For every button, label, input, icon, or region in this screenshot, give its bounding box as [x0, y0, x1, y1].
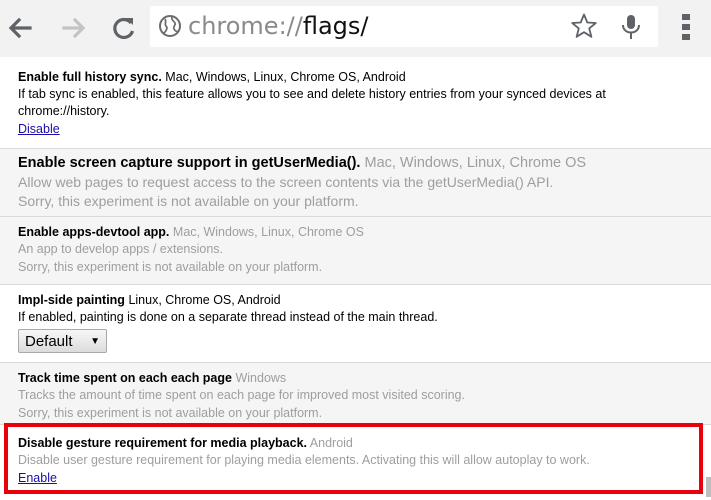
experiment-apps-devtool: Enable apps-devtool app. Mac, Windows, L… [0, 216, 711, 284]
experiment-title: Track time spent on each each page Windo… [18, 369, 651, 387]
address-bar[interactable]: chrome://flags/ [150, 6, 658, 47]
experiment-screen-capture: Enable screen capture support in getUser… [0, 148, 711, 216]
experiment-title: Enable screen capture support in getUser… [18, 153, 651, 173]
star-icon[interactable] [570, 12, 598, 40]
unavailable-note: Sorry, this experiment is not available … [18, 406, 323, 420]
experiment-select[interactable]: Default ▼ [18, 329, 107, 353]
experiment-full-history-sync: Enable full history sync. Mac, Windows, … [0, 68, 711, 138]
experiment-name: Impl-side painting [18, 293, 125, 307]
experiment-track-time: Track time spent on each each page Windo… [0, 362, 711, 424]
forward-button[interactable] [58, 12, 90, 44]
experiment-platforms: Windows [235, 371, 287, 385]
experiment-title: Enable full history sync. Mac, Windows, … [18, 68, 651, 86]
experiment-impl-side-painting: Impl-side painting Linux, Chrome OS, And… [0, 284, 711, 362]
experiment-name: Enable apps-devtool app. [18, 225, 170, 239]
select-value: Default [25, 332, 73, 350]
overflow-menu-icon [682, 14, 690, 40]
browser-toolbar: chrome://flags/ [0, 0, 711, 57]
experiment-platforms: Linux, Chrome OS, Android [128, 293, 281, 307]
experiment-name: Track time spent on each each page [18, 371, 232, 385]
unavailable-note: Sorry, this experiment is not available … [18, 193, 359, 209]
highlight-box [4, 423, 703, 494]
experiment-platforms: Mac, Windows, Linux, Chrome OS [172, 225, 364, 239]
experiment-description: If enabled, painting is done on a separa… [18, 310, 438, 324]
disable-link[interactable]: Disable [18, 120, 60, 138]
experiment-description: An app to develop apps / extensions. [18, 242, 224, 256]
forward-arrow-icon [62, 17, 86, 39]
reload-icon [113, 17, 135, 40]
overflow-menu-button[interactable] [676, 10, 696, 44]
experiment-platforms: Mac, Windows, Linux, Chrome OS [364, 155, 587, 171]
experiment-description: If tab sync is enabled, this feature all… [18, 87, 606, 118]
experiment-name: Enable full history sync. [18, 70, 162, 84]
microphone-icon[interactable] [620, 13, 642, 41]
back-arrow-icon [8, 17, 32, 39]
url-scheme: chrome:// [188, 12, 303, 40]
back-button[interactable] [4, 12, 36, 44]
unavailable-note: Sorry, this experiment is not available … [18, 260, 323, 274]
reload-button[interactable] [108, 12, 140, 44]
globe-icon [159, 15, 181, 37]
dropdown-arrow-icon: ▼ [90, 335, 100, 347]
flags-page: Enable full history sync. Mac, Windows, … [0, 57, 711, 500]
experiment-title: Impl-side painting Linux, Chrome OS, And… [18, 291, 651, 309]
scrollbar-thumb[interactable] [706, 477, 711, 497]
experiment-name: Enable screen capture support in getUser… [18, 155, 361, 171]
experiment-description: Allow web pages to request access to the… [18, 174, 554, 190]
url-host: flags/ [302, 12, 369, 40]
experiment-title: Enable apps-devtool app. Mac, Windows, L… [18, 223, 651, 241]
experiment-platforms: Mac, Windows, Linux, Chrome OS, Android [165, 70, 406, 84]
experiment-description: Tracks the amount of time spent on each … [18, 388, 465, 402]
url-text[interactable]: chrome://flags/ [188, 12, 369, 40]
